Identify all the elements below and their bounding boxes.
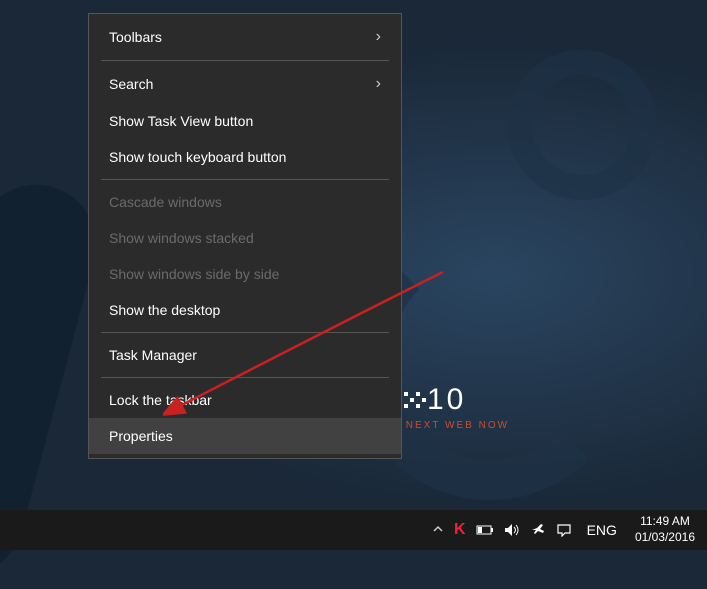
menu-item-windows-stacked: Show windows stacked <box>89 220 401 256</box>
menu-label: Show Task View button <box>109 113 253 129</box>
menu-item-task-manager[interactable]: Task Manager <box>89 337 401 373</box>
battery-icon[interactable] <box>471 524 499 536</box>
menu-item-properties[interactable]: Properties <box>89 418 401 454</box>
taskbar: K ENG 11:49 AM 01/03/2016 <box>0 510 707 550</box>
menu-label: Show windows stacked <box>109 230 254 246</box>
menu-item-toolbars[interactable]: Toolbars › <box>89 18 401 56</box>
menu-item-show-touch-keyboard[interactable]: Show touch keyboard button <box>89 139 401 175</box>
chevron-right-icon: › <box>376 28 381 46</box>
menu-label: Lock the taskbar <box>109 392 212 408</box>
language-indicator[interactable]: ENG <box>577 522 627 538</box>
antivirus-icon[interactable]: K <box>449 521 471 539</box>
separator <box>101 332 389 333</box>
menu-label: Show touch keyboard button <box>109 149 286 165</box>
chevron-right-icon: › <box>376 75 381 93</box>
menu-label: Toolbars <box>109 29 162 45</box>
system-clock[interactable]: 11:49 AM 01/03/2016 <box>627 514 699 545</box>
menu-item-cascade-windows: Cascade windows <box>89 184 401 220</box>
clock-date: 01/03/2016 <box>635 530 695 546</box>
separator <box>101 377 389 378</box>
menu-label: Cascade windows <box>109 194 222 210</box>
clock-time: 11:49 AM <box>635 514 695 530</box>
menu-label: Task Manager <box>109 347 197 363</box>
menu-item-windows-side-by-side: Show windows side by side <box>89 256 401 292</box>
menu-label: Show the desktop <box>109 302 220 318</box>
taskbar-context-menu: Toolbars › Search › Show Task View butto… <box>88 13 402 459</box>
menu-item-show-task-view[interactable]: Show Task View button <box>89 103 401 139</box>
separator <box>101 60 389 61</box>
volume-icon[interactable] <box>499 523 525 537</box>
menu-item-lock-taskbar[interactable]: Lock the taskbar <box>89 382 401 418</box>
menu-label: Show windows side by side <box>109 266 279 282</box>
menu-label: Search <box>109 76 153 92</box>
menu-item-search[interactable]: Search › <box>89 65 401 103</box>
action-center-icon[interactable] <box>551 523 577 537</box>
menu-item-show-desktop[interactable]: Show the desktop <box>89 292 401 328</box>
tray-overflow-icon[interactable] <box>427 523 449 537</box>
airplane-mode-icon[interactable] <box>525 522 551 538</box>
separator <box>101 179 389 180</box>
menu-label: Properties <box>109 428 173 444</box>
